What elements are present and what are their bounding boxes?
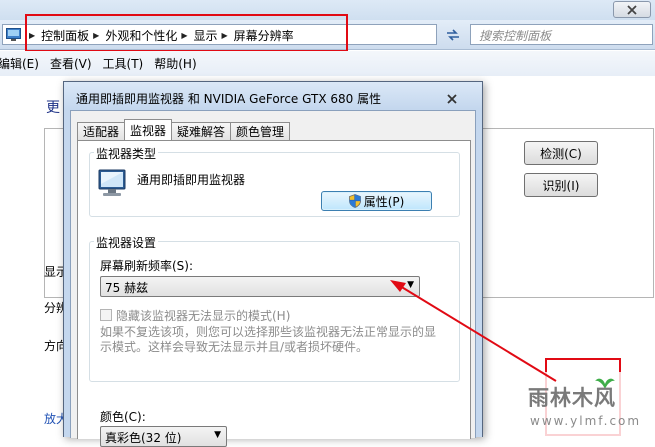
menu-view[interactable]: 查看(V) bbox=[50, 55, 92, 72]
window-close-button[interactable] bbox=[613, 1, 651, 18]
search-placeholder: 搜索控制面板 bbox=[479, 29, 552, 43]
refresh-icon bbox=[447, 28, 459, 41]
hide-modes-checkbox[interactable] bbox=[100, 309, 112, 321]
tab-strip: 适配器 监视器 疑难解答 颜色管理 bbox=[77, 119, 291, 140]
breadcrumb-item[interactable]: 屏幕分辨率 bbox=[234, 27, 294, 44]
control-panel-icon bbox=[6, 28, 21, 41]
breadcrumb-item[interactable]: 显示 bbox=[194, 27, 218, 44]
dialog-close-button[interactable] bbox=[441, 90, 463, 107]
hide-modes-label: 隐藏该监视器无法显示的模式(H) bbox=[116, 309, 291, 323]
chevron-right-icon[interactable]: ▶ bbox=[181, 31, 187, 40]
detect-button[interactable]: 检测(C) bbox=[524, 141, 598, 165]
refresh-rate-label: 屏幕刷新频率(S): bbox=[100, 259, 194, 273]
chevron-right-icon[interactable]: ▶ bbox=[93, 31, 99, 40]
group-label: 监视器类型 bbox=[94, 145, 159, 162]
tab-color-management[interactable]: 颜色管理 bbox=[230, 122, 291, 140]
dialog-title: 通用即插即用监视器 和 NVIDIA GeForce GTX 680 属性 bbox=[76, 92, 382, 106]
monitor-tab-panel: 监视器类型 通用即插即用监视器 属性(P) 监视器设置 屏幕刷新频率(S): 7… bbox=[77, 140, 471, 447]
properties-button-label: 属性(P) bbox=[363, 194, 405, 209]
menu-help[interactable]: 帮助(H) bbox=[154, 55, 196, 72]
menu-bar: 编辑(E) 查看(V) 工具(T) 帮助(H) bbox=[0, 51, 655, 76]
tab-adapter[interactable]: 适配器 bbox=[77, 122, 126, 140]
color-label: 颜色(C): bbox=[100, 410, 146, 424]
watermark-url: www.ylmf.com bbox=[530, 414, 642, 428]
address-bar: ▶ 控制面板 ▶ 外观和个性化 ▶ 显示 ▶ 屏幕分辨率 搜索控制面板 bbox=[0, 20, 655, 50]
close-icon bbox=[447, 93, 457, 104]
monitor-icon bbox=[98, 169, 126, 196]
watermark: 雨林木风 www.ylmf.com bbox=[520, 372, 655, 437]
breadcrumb-item[interactable]: 外观和个性化 bbox=[105, 27, 177, 44]
refresh-button[interactable] bbox=[442, 25, 464, 44]
page-heading: 更 bbox=[46, 100, 60, 116]
chevron-right-icon[interactable]: ▶ bbox=[29, 31, 35, 40]
identify-button[interactable]: 识别(I) bbox=[524, 173, 598, 197]
group-label: 监视器设置 bbox=[94, 234, 159, 251]
refresh-rate-value: 75 赫兹 bbox=[105, 281, 149, 295]
hint-text: 如果不复选该项，则您可以选择那些该监视器无法正常显示的显示模式。这样会导致无法显… bbox=[100, 325, 437, 354]
chevron-right-icon[interactable]: ▶ bbox=[222, 31, 228, 40]
close-icon bbox=[627, 4, 637, 15]
dropdown-arrow-icon: ▼ bbox=[214, 430, 221, 440]
breadcrumb-item[interactable]: 控制面板 bbox=[41, 27, 89, 44]
dropdown-arrow-icon: ▼ bbox=[407, 280, 414, 290]
watermark-text: 雨林木风 bbox=[528, 385, 616, 410]
menu-edit[interactable]: 编辑(E) bbox=[0, 55, 39, 72]
uac-shield-icon bbox=[348, 194, 361, 208]
breadcrumb: ▶ 控制面板 ▶ 外观和个性化 ▶ 显示 ▶ 屏幕分辨率 bbox=[25, 27, 294, 43]
refresh-rate-dropdown[interactable]: 75 赫兹 ▼ bbox=[100, 276, 420, 297]
tab-monitor[interactable]: 监视器 bbox=[124, 119, 173, 140]
tab-troubleshoot[interactable]: 疑难解答 bbox=[171, 122, 232, 140]
window-title-strip bbox=[0, 0, 655, 20]
properties-button[interactable]: 属性(P) bbox=[321, 191, 432, 211]
monitor-properties-dialog: 通用即插即用监视器 和 NVIDIA GeForce GTX 680 属性 适配… bbox=[63, 81, 483, 447]
monitor-name: 通用即插即用监视器 bbox=[137, 173, 246, 187]
dialog-titlebar[interactable]: 通用即插即用监视器 和 NVIDIA GeForce GTX 680 属性 bbox=[64, 82, 482, 109]
dialog-body: 适配器 监视器 疑难解答 颜色管理 监视器类型 通用即插即用监视器 属性(P) … bbox=[70, 110, 476, 447]
color-depth-value: 真彩色(32 位) bbox=[105, 431, 182, 445]
search-input[interactable]: 搜索控制面板 bbox=[470, 24, 653, 45]
address-field[interactable]: ▶ 控制面板 ▶ 外观和个性化 ▶ 显示 ▶ 屏幕分辨率 bbox=[2, 24, 437, 45]
menu-tools[interactable]: 工具(T) bbox=[103, 55, 144, 72]
